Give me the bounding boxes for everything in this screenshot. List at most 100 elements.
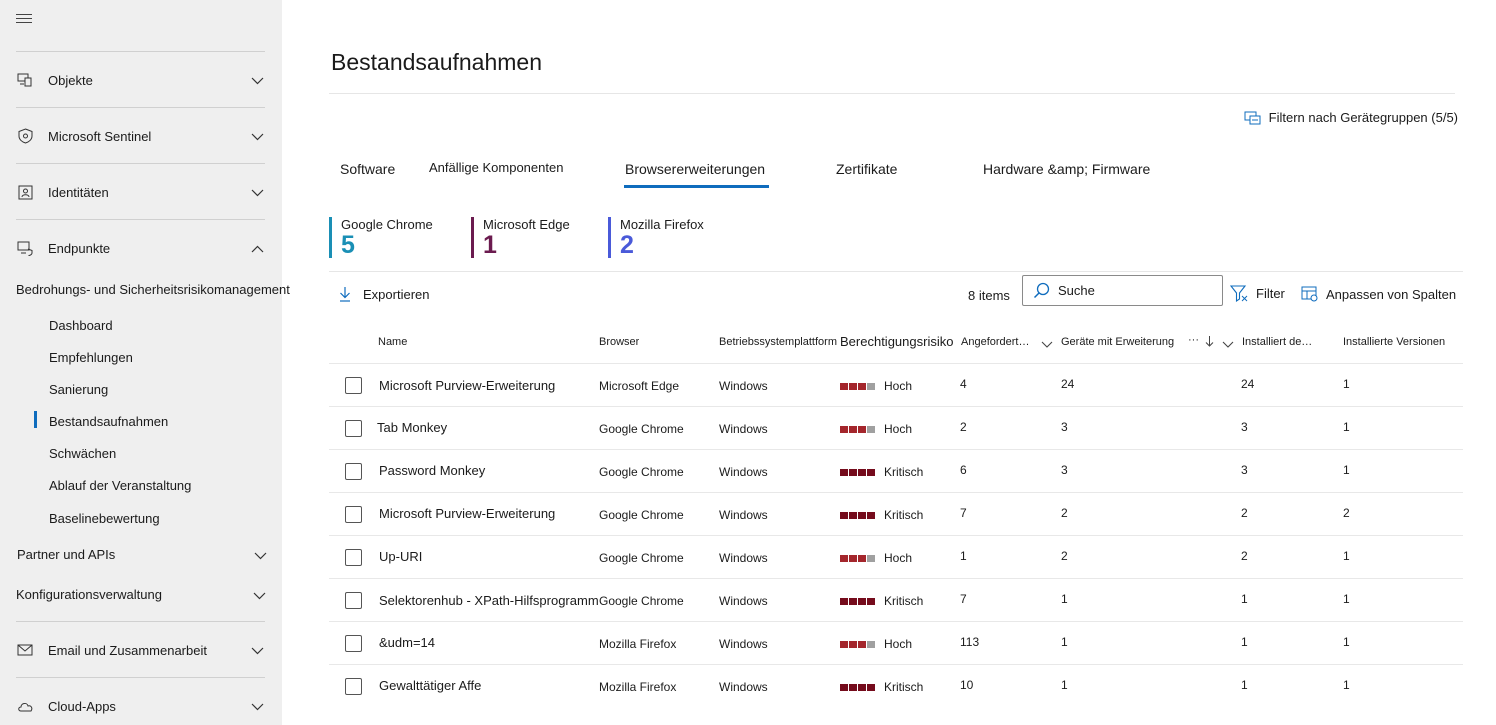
sidebar-item-empfehlungen[interactable]: Empfehlungen bbox=[49, 350, 133, 365]
table-row[interactable]: Microsoft Purview-Erweiterung Microsoft E… bbox=[329, 363, 1463, 406]
risk-label: Kritisch bbox=[884, 465, 924, 479]
cell-browser: Mozilla Firefox bbox=[599, 680, 677, 694]
cell-versions: 1 bbox=[1343, 549, 1350, 563]
cell-name[interactable]: Up-URI bbox=[379, 549, 422, 564]
search-box[interactable] bbox=[1022, 275, 1223, 306]
row-checkbox[interactable] bbox=[345, 678, 362, 695]
kpi-microsoft-edge[interactable]: Microsoft Edge 1 bbox=[471, 217, 570, 258]
sidebar-item-dashboard[interactable]: Dashboard bbox=[49, 318, 113, 333]
nav-section-cloud-apps[interactable]: Cloud-Apps bbox=[16, 691, 266, 721]
risk-level-indicator bbox=[840, 512, 876, 520]
row-checkbox[interactable] bbox=[345, 463, 362, 480]
more-icon[interactable]: ··· bbox=[1188, 334, 1199, 346]
column-header-browser[interactable]: Browser bbox=[599, 336, 639, 348]
chevron-down-icon[interactable] bbox=[1041, 336, 1053, 354]
cell-browser: Google Chrome bbox=[599, 594, 684, 608]
chevron-down-icon[interactable] bbox=[251, 73, 264, 88]
chevron-down-icon[interactable] bbox=[251, 129, 264, 144]
risk-level-indicator bbox=[840, 469, 876, 477]
nav-section-partner-apis[interactable]: Partner und APIs bbox=[17, 547, 287, 562]
export-label: Exportieren bbox=[363, 286, 430, 302]
hamburger-menu-icon[interactable] bbox=[16, 14, 32, 24]
filter-device-groups-button[interactable]: Filtern nach Gerätegruppen (5/5) bbox=[1244, 110, 1458, 125]
chevron-down-icon[interactable] bbox=[251, 185, 264, 200]
cell-requested: 7 bbox=[960, 592, 967, 606]
nav-divider bbox=[16, 219, 265, 220]
nav-section-endpunkte[interactable]: Endpunkte bbox=[16, 233, 266, 263]
cell-browser: Microsoft Edge bbox=[599, 379, 680, 393]
column-header-requested[interactable]: Angefordert… bbox=[961, 336, 1035, 348]
nav-section-sentinel[interactable]: Microsoft Sentinel bbox=[16, 121, 266, 151]
shield-icon bbox=[16, 127, 34, 145]
nav-divider bbox=[16, 107, 265, 108]
row-checkbox[interactable] bbox=[345, 377, 362, 394]
nav-group-label: Bedrohungs- und Sicherheitsrisikomanagem… bbox=[16, 282, 290, 297]
columns-icon bbox=[1301, 286, 1318, 302]
sidebar-item-sanierung[interactable]: Sanierung bbox=[49, 382, 108, 397]
table-row[interactable]: Gewalttätiger Affe Mozilla Firefox Windows… bbox=[329, 664, 1463, 707]
cell-name[interactable]: Tab Monkey bbox=[377, 420, 447, 435]
nav-divider bbox=[16, 163, 265, 164]
cell-risk: Kritisch bbox=[840, 680, 923, 694]
cell-name[interactable]: Selektorenhub - XPath-Hilfsprogramm bbox=[379, 593, 599, 608]
cell-browser: Google Chrome bbox=[599, 551, 684, 565]
tab-software[interactable]: Software bbox=[340, 161, 395, 177]
sidebar-item-ablauf[interactable]: Ablauf der Veranstaltung bbox=[49, 478, 191, 493]
nav-section-objekte[interactable]: Objekte bbox=[16, 65, 266, 95]
table-row[interactable]: Tab Monkey Google Chrome Windows Hoch 2 3 3 1 bbox=[329, 406, 1463, 449]
column-header-devices[interactable]: Geräte mit Erweiterung bbox=[1061, 336, 1174, 348]
column-header-versions[interactable]: Installierte Versionen bbox=[1343, 336, 1445, 348]
table-row[interactable]: Up-URI Google Chrome Windows Hoch 1 2 2 1 bbox=[329, 535, 1463, 578]
customize-columns-button[interactable]: Anpassen von Spalten bbox=[1301, 286, 1456, 302]
sidebar-item-bestandsaufnahmen[interactable]: Bestandsaufnahmen bbox=[49, 414, 168, 429]
cell-name[interactable]: Microsoft Purview-Erweiterung bbox=[379, 378, 555, 393]
row-checkbox[interactable] bbox=[345, 635, 362, 652]
export-button[interactable]: Exportieren bbox=[339, 286, 429, 302]
table-row[interactable]: Microsoft Purview-Erweiterung Google Chro… bbox=[329, 492, 1463, 535]
chevron-down-icon[interactable] bbox=[254, 548, 267, 563]
nav-group-threat-vulnerability[interactable]: Bedrohungs- und Sicherheitsrisikomanagem… bbox=[16, 282, 290, 297]
cell-browser: Mozilla Firefox bbox=[599, 637, 677, 651]
sidebar-item-schwaechen[interactable]: Schwächen bbox=[49, 446, 116, 461]
nav-section-label: Email und Zusammenarbeit bbox=[48, 642, 207, 658]
cell-risk: Hoch bbox=[840, 551, 912, 565]
cell-name[interactable]: Password Monkey bbox=[379, 463, 485, 478]
tab-zertifikate[interactable]: Zertifikate bbox=[836, 161, 897, 177]
row-checkbox[interactable] bbox=[345, 592, 362, 609]
column-header-name[interactable]: Name bbox=[378, 336, 407, 348]
kpi-value: 2 bbox=[620, 231, 634, 259]
column-header-os[interactable]: Betriebssystemplattform bbox=[719, 336, 840, 348]
cell-risk: Hoch bbox=[840, 637, 912, 651]
search-input[interactable] bbox=[1058, 283, 1208, 298]
nav-section-email[interactable]: Email und Zusammenarbeit bbox=[16, 635, 266, 665]
cell-browser: Google Chrome bbox=[599, 422, 684, 436]
cell-name[interactable]: &udm=14 bbox=[379, 635, 435, 650]
row-checkbox[interactable] bbox=[345, 420, 362, 437]
nav-section-konfiguration[interactable]: Konfigurationsverwaltung bbox=[16, 587, 286, 602]
kpi-google-chrome[interactable]: Google Chrome 5 bbox=[329, 217, 433, 258]
chevron-down-icon[interactable] bbox=[253, 588, 266, 603]
tab-browsererweiterungen[interactable]: Browsererweiterungen bbox=[625, 161, 765, 177]
cell-name[interactable]: Gewalttätiger Affe bbox=[379, 678, 481, 693]
sort-descending-icon[interactable] bbox=[1205, 334, 1214, 352]
chevron-down-icon[interactable] bbox=[251, 643, 264, 658]
chevron-up-icon[interactable] bbox=[251, 241, 264, 256]
table-row[interactable]: Selektorenhub - XPath-Hilfsprogramm Googl… bbox=[329, 578, 1463, 621]
tab-anfaellige-komponenten[interactable]: Anfällige Komponenten bbox=[429, 160, 563, 175]
tab-hardware-firmware[interactable]: Hardware &amp; Firmware bbox=[983, 161, 1150, 177]
nav-section-label: Konfigurationsverwaltung bbox=[16, 587, 162, 602]
table-row[interactable]: Password Monkey Google Chrome Windows Kriti… bbox=[329, 449, 1463, 492]
nav-section-identitaeten[interactable]: Identitäten bbox=[16, 177, 266, 207]
table-row[interactable]: &udm=14 Mozilla Firefox Windows Hoch 113 1 1 1 bbox=[329, 621, 1463, 664]
chevron-down-icon[interactable] bbox=[251, 699, 264, 714]
row-checkbox[interactable] bbox=[345, 506, 362, 523]
row-checkbox[interactable] bbox=[345, 549, 362, 566]
column-header-installed-on[interactable]: Installiert de… bbox=[1242, 336, 1322, 348]
sidebar-item-baselinebewertung[interactable]: Baselinebewertung bbox=[49, 511, 160, 526]
kpi-mozilla-firefox[interactable]: Mozilla Firefox 2 bbox=[608, 217, 704, 258]
cell-name[interactable]: Microsoft Purview-Erweiterung bbox=[379, 506, 555, 521]
filter-button[interactable]: Filter bbox=[1230, 285, 1285, 302]
chevron-down-icon[interactable] bbox=[1222, 336, 1234, 354]
column-header-risk[interactable]: Berechtigungsrisiko bbox=[840, 334, 960, 349]
risk-level-indicator bbox=[840, 555, 876, 563]
